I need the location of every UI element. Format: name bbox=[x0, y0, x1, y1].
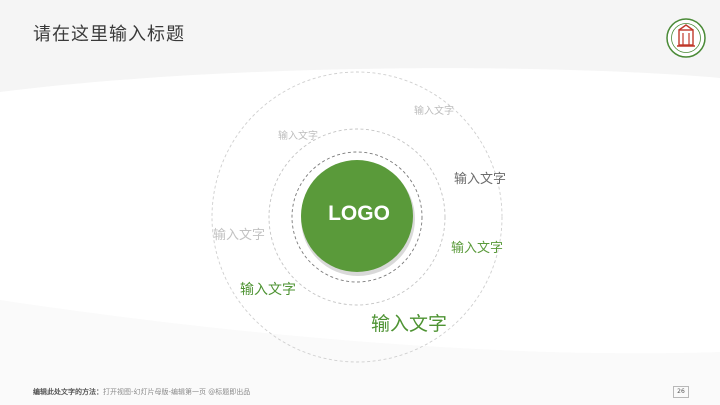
slide: 请在这里输入标题 LOGO 输入文字 输入文字 输入文字 输入文字 输入文字 输… bbox=[0, 0, 720, 405]
footer-note-text: 打开视图-幻灯片母版-编辑第一页 @标题即出品 bbox=[103, 388, 251, 396]
footer-note-bold: 编辑此处文字的方法： bbox=[33, 388, 103, 396]
page-number: 26 bbox=[673, 386, 689, 398]
label-1: 输入文字 bbox=[414, 106, 454, 117]
label-3: 输入文字 bbox=[454, 172, 507, 187]
label-4: 输入文字 bbox=[451, 241, 504, 256]
footer-note: 编辑此处文字的方法：打开视图-幻灯片母版-编辑第一页 @标题即出品 bbox=[33, 389, 250, 396]
label-5: 输入文字 bbox=[213, 228, 266, 243]
logo-placeholder: LOGO bbox=[328, 202, 390, 225]
label-6: 输入文字 bbox=[240, 282, 296, 298]
label-7: 输入文字 bbox=[371, 313, 448, 335]
label-2: 输入文字 bbox=[278, 131, 318, 142]
